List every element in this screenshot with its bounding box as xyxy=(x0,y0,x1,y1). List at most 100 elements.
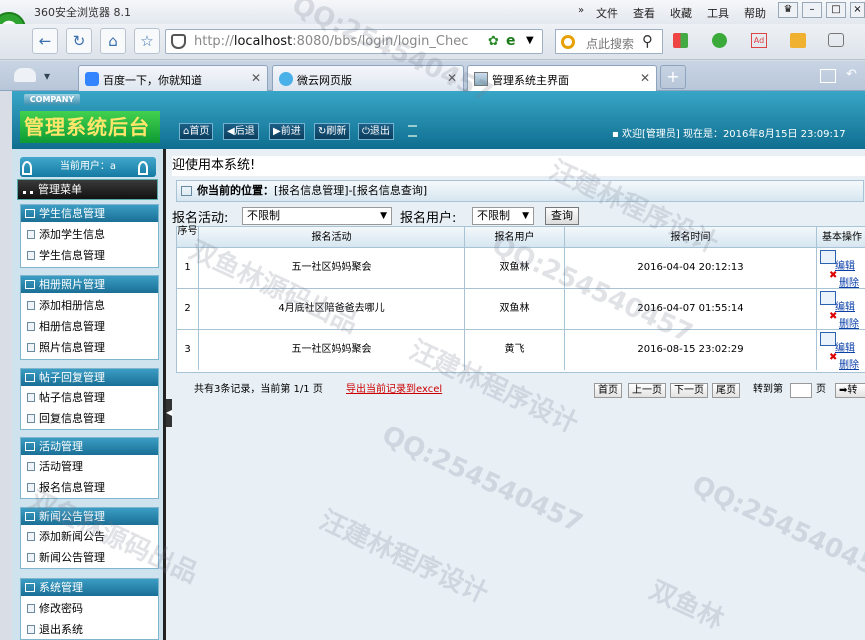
ie-engine-icon[interactable]: e xyxy=(506,33,516,49)
tab-close-icon[interactable]: ✕ xyxy=(251,71,261,85)
sidebar-item-activity-manage[interactable]: 活动管理 xyxy=(27,457,83,477)
menu-help[interactable]: 帮助 xyxy=(744,5,766,21)
delete-link[interactable]: 删除 xyxy=(839,356,859,371)
chat-icon[interactable] xyxy=(828,33,844,47)
pin-left-icon xyxy=(22,161,32,175)
export-excel-link[interactable]: 导出当前记录到excel xyxy=(346,378,442,402)
query-button[interactable]: 查询 xyxy=(545,207,579,225)
close-window-button[interactable]: × xyxy=(850,2,865,18)
sidebar-item-logout[interactable]: 退出系统 xyxy=(27,620,83,640)
edit-pencil-icon[interactable] xyxy=(820,291,836,305)
tab-admin-main[interactable]: 管理系统主界面 ✕ xyxy=(467,65,657,91)
back-arrow-icon[interactable]: ← xyxy=(32,28,58,54)
prev-page-button[interactable]: 上一页 xyxy=(628,383,666,398)
menu-more-icon[interactable]: » xyxy=(578,5,584,16)
activity-select[interactable]: 不限制 ▼ xyxy=(242,207,392,225)
chevron-down-icon: ▼ xyxy=(380,211,387,221)
security-guard-icon[interactable] xyxy=(712,33,727,48)
sidebar-item-photo-manage[interactable]: 照片信息管理 xyxy=(27,338,105,358)
group-header[interactable]: 系统管理 xyxy=(21,579,158,596)
group-icon xyxy=(25,583,35,592)
first-page-button[interactable]: 首页 xyxy=(594,383,622,398)
delete-x-icon[interactable]: ✖ xyxy=(829,270,837,281)
header-menu-icon[interactable] xyxy=(408,125,417,137)
delete-x-icon[interactable]: ✖ xyxy=(829,352,837,363)
sidebar-item-add-album[interactable]: 添加相册信息 xyxy=(27,296,105,316)
header-forward-button[interactable]: ▶前进 xyxy=(269,123,305,140)
group-header[interactable]: 活动管理 xyxy=(21,438,158,455)
goto-button[interactable]: ➡转 xyxy=(835,383,865,398)
tab-close-icon[interactable]: ✕ xyxy=(640,71,650,85)
edit-link[interactable]: 编辑 xyxy=(835,339,855,354)
skin-icon[interactable]: ♛ xyxy=(778,2,798,18)
next-page-button[interactable]: 下一页 xyxy=(670,383,708,398)
delete-link[interactable]: 删除 xyxy=(839,315,859,330)
header-back-button[interactable]: ◀后退 xyxy=(223,123,259,140)
header-logout-button[interactable]: ⏻退出 xyxy=(358,123,394,140)
sidebar-item-add-student[interactable]: 添加学生信息 xyxy=(27,225,105,245)
sidebar-toggle-chevron-down-icon[interactable]: ▾ xyxy=(44,69,50,83)
edit-link[interactable]: 编辑 xyxy=(835,257,855,272)
doc-icon xyxy=(27,322,35,331)
last-page-button[interactable]: 尾页 xyxy=(712,383,740,398)
sidebar-item-reply-manage[interactable]: 回复信息管理 xyxy=(27,409,105,429)
sidebar-item-student-manage[interactable]: 学生信息管理 xyxy=(27,246,105,266)
delete-link[interactable]: 删除 xyxy=(839,274,859,289)
minimize-button[interactable]: – xyxy=(802,2,822,18)
menu-file[interactable]: 文件 xyxy=(596,5,618,21)
compat-mode-icon[interactable]: ✿ xyxy=(488,34,499,49)
group-header[interactable]: 学生信息管理 xyxy=(21,205,158,222)
management-menu-title[interactable]: 管理菜单 xyxy=(17,179,158,200)
page-icon xyxy=(474,72,488,86)
sidebar-item-add-news[interactable]: 添加新闻公告 xyxy=(27,527,105,547)
group-header[interactable]: 新闻公告管理 xyxy=(21,508,158,525)
cell-no: 2 xyxy=(177,289,199,329)
collapse-sidebar-handle[interactable]: ◀ xyxy=(166,399,172,427)
menu-tools[interactable]: 工具 xyxy=(707,5,729,21)
search-input[interactable]: 点此搜索 xyxy=(586,35,634,52)
group-header[interactable]: 帖子回复管理 xyxy=(21,369,158,386)
position-path: [报名信息管理]-[报名信息查询] xyxy=(274,184,428,197)
menu-view[interactable]: 查看 xyxy=(633,5,655,21)
sidebar-item-change-password[interactable]: 修改密码 xyxy=(27,599,83,619)
sidebar-item-album-manage[interactable]: 相册信息管理 xyxy=(27,317,105,337)
apps-grid-icon[interactable] xyxy=(673,33,688,48)
header-home-button[interactable]: ⌂首页 xyxy=(179,123,214,140)
goto-page-input[interactable] xyxy=(790,383,812,398)
edit-link[interactable]: 编辑 xyxy=(835,298,855,313)
favorite-star-icon[interactable]: ☆ xyxy=(134,28,160,54)
search-box[interactable]: 点此搜索 ⚲ xyxy=(555,29,663,54)
window-icon[interactable] xyxy=(820,69,836,83)
new-tab-plus-icon[interactable]: + xyxy=(660,65,686,89)
address-dropdown-chevron-down-icon[interactable]: ▼ xyxy=(526,35,534,46)
adblock-icon[interactable]: Ad xyxy=(751,33,767,48)
refresh-icon[interactable]: ↻ xyxy=(66,28,92,54)
home-icon[interactable]: ⌂ xyxy=(100,28,126,54)
address-bar[interactable]: http://localhost:8080/bbs/login/login_Ch… xyxy=(165,29,543,54)
user-select[interactable]: 不限制 ▼ xyxy=(472,207,534,225)
edit-pencil-icon[interactable] xyxy=(820,332,836,346)
delete-x-icon[interactable]: ✖ xyxy=(829,311,837,322)
sidebar-item-signup-manage[interactable]: 报名信息管理 xyxy=(27,478,105,498)
search-engine-icon[interactable] xyxy=(561,35,575,49)
sidebar-item-post-manage[interactable]: 帖子信息管理 xyxy=(27,388,105,408)
cell-time: 2016-08-15 23:02:29 xyxy=(565,330,817,370)
tab-baidu[interactable]: 百度一下，你就知道 ✕ xyxy=(78,65,268,91)
cloud-icon[interactable] xyxy=(14,68,36,82)
weiyun-cloud-icon xyxy=(279,72,293,86)
maximize-button[interactable]: □ xyxy=(826,2,846,18)
group-header[interactable]: 相册照片管理 xyxy=(21,276,158,293)
gift-icon[interactable] xyxy=(790,33,806,48)
header-refresh-button[interactable]: ↻刷新 xyxy=(314,123,351,140)
col-header-time: 报名时间 xyxy=(565,227,817,248)
edit-pencil-icon[interactable] xyxy=(820,250,836,264)
menu-group-system: 系统管理 修改密码 退出系统 xyxy=(20,578,159,640)
tab-weiyun[interactable]: 微云网页版 ✕ xyxy=(272,65,464,91)
address-text: http://localhost:8080/bbs/login/login_Ch… xyxy=(194,34,469,49)
menu-favorites[interactable]: 收藏 xyxy=(670,5,692,21)
sidebar-item-news-manage[interactable]: 新闻公告管理 xyxy=(27,548,105,568)
search-icon[interactable]: ⚲ xyxy=(642,32,653,50)
tab-close-icon[interactable]: ✕ xyxy=(447,71,457,85)
undo-close-icon[interactable]: ↶ xyxy=(846,67,857,82)
menu-group-activity: 活动管理 活动管理 报名信息管理 xyxy=(20,437,159,499)
